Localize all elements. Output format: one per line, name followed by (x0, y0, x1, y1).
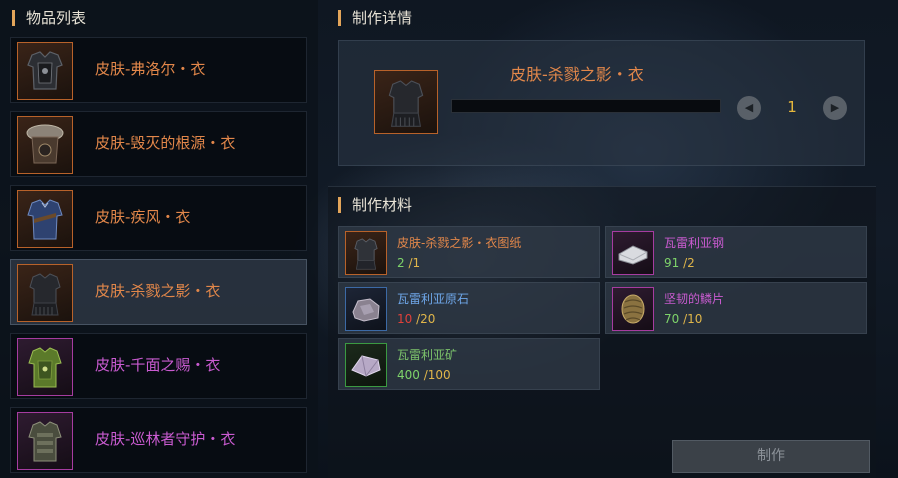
material-name: 瓦雷利亚矿 (397, 348, 458, 362)
material-count: 2 /1 (397, 256, 421, 270)
material-name: 坚韧的鳞片 (664, 292, 725, 306)
blueprint-icon (345, 231, 387, 275)
list-item[interactable]: 皮肤-弗洛尔・衣 (10, 37, 307, 103)
quantity-slider[interactable] (451, 99, 721, 113)
detail-item-name: 皮肤-杀戮之影・衣 (510, 65, 644, 84)
material-name: 瓦雷利亚钢 (664, 236, 725, 250)
list-item[interactable]: 皮肤-巡林者守护・衣 (10, 407, 307, 473)
fur-armor-icon (17, 116, 73, 174)
material-count: 400 /100 (397, 368, 451, 382)
crystal-ore-icon (345, 343, 387, 387)
steel-ingot-icon (612, 231, 654, 275)
shadow-armor-icon (17, 264, 73, 322)
craft-button[interactable]: 制作 (672, 440, 870, 473)
material-count: 91 /2 (664, 256, 695, 270)
list-item[interactable]: 皮肤-千面之赐・衣 (10, 333, 307, 399)
right-arrow-icon[interactable]: ▶ (823, 96, 847, 120)
list-item-label: 皮肤-杀戮之影・衣 (95, 282, 221, 300)
scale-icon (612, 287, 654, 331)
ore-rock-icon (345, 287, 387, 331)
materials-title: 制作材料 (338, 196, 412, 214)
blue-coat-icon (17, 190, 73, 248)
left-arrow-icon[interactable]: ◀ (737, 96, 761, 120)
material-item[interactable]: 瓦雷利亚原石 10 /20 (338, 282, 600, 334)
material-count: 70 /10 (664, 312, 703, 326)
list-item[interactable]: 皮肤-疾风・衣 (10, 185, 307, 251)
list-item-label: 皮肤-弗洛尔・衣 (95, 60, 206, 78)
material-item[interactable]: 皮肤-杀戮之影・衣图纸 2 /1 (338, 226, 600, 278)
ranger-armor-icon (17, 412, 73, 470)
list-item[interactable]: 皮肤-毁灭的根源・衣 (10, 111, 307, 177)
list-item-label: 皮肤-巡林者守护・衣 (95, 430, 236, 448)
material-name: 皮肤-杀戮之影・衣图纸 (397, 236, 522, 250)
dark-armor-icon (17, 42, 73, 100)
item-list-title: 物品列表 (12, 9, 86, 27)
green-coat-icon (17, 338, 73, 396)
list-item-label: 皮肤-千面之赐・衣 (95, 356, 221, 374)
material-count: 10 /20 (397, 312, 436, 326)
list-item-label: 皮肤-疾风・衣 (95, 208, 191, 226)
material-item[interactable]: 瓦雷利亚钢 91 /2 (605, 226, 867, 278)
material-item[interactable]: 瓦雷利亚矿 400 /100 (338, 338, 600, 390)
list-item-selected[interactable]: 皮肤-杀戮之影・衣 (10, 259, 307, 325)
shadow-armor-icon (374, 70, 438, 134)
quantity-value: 1 (787, 98, 797, 116)
detail-title: 制作详情 (338, 9, 412, 27)
material-name: 瓦雷利亚原石 (397, 292, 470, 306)
list-item-label: 皮肤-毁灭的根源・衣 (95, 134, 236, 152)
material-item[interactable]: 坚韧的鳞片 70 /10 (605, 282, 867, 334)
